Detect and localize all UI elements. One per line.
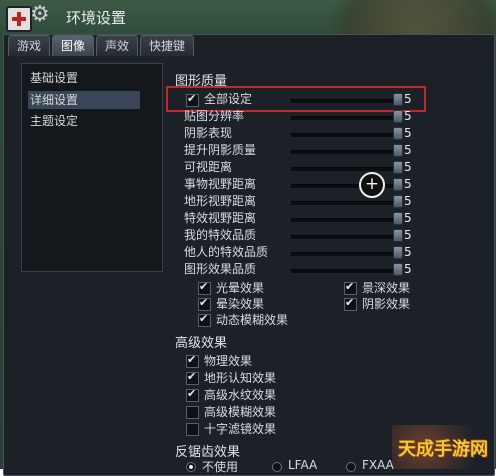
physics-label: 物理效果 [204,354,253,368]
slider-value: 5 [404,211,412,225]
aa-fxaa-label: FXAA [362,458,394,472]
row-label: 可视距离 [184,160,233,174]
slider-handle[interactable] [393,229,403,242]
cross-filter-label: 十字滤镜效果 [204,422,277,436]
slider-value: 5 [404,177,412,191]
terrain-checkbox[interactable] [186,370,199,385]
row-label: 提升阴影质量 [184,143,257,157]
aa-lfaa-label: LFAA [288,458,318,472]
site-watermark: 天成手游网 [392,425,496,469]
app-cross-icon [6,6,32,32]
sidebar-item-detail[interactable]: 详细设置 [28,91,140,109]
shadow-effect-checkbox[interactable] [344,296,357,311]
row-label: 地形视野距离 [184,194,257,208]
slider-value: 5 [404,109,412,123]
slider-handle[interactable] [393,246,403,259]
blur-checkbox[interactable] [198,296,211,311]
row-label: 全部设定 [204,92,253,106]
slider-track[interactable] [291,150,399,154]
motion-blur-checkbox[interactable] [198,312,211,327]
plus-cursor-icon: + [359,172,385,198]
row-label: 图形效果品质 [184,262,257,276]
row-label: 我的特效品质 [184,228,257,242]
slider-handle[interactable] [393,93,403,106]
slider-track[interactable] [291,99,399,103]
depth-of-field-label: 景深效果 [362,281,411,295]
slider-value: 5 [404,92,412,106]
slider-handle[interactable] [393,195,403,208]
slider-value: 5 [404,143,412,157]
tab-hotkeys[interactable]: 快捷键 [140,35,195,56]
row-label: 事物视野距离 [184,177,257,191]
gear-icon: ⚙ [30,2,50,27]
blur-label: 晕染效果 [216,297,265,311]
advanced-blur-label: 高级模糊效果 [204,405,277,419]
sidebar-item-theme[interactable]: 主题设定 [28,112,140,130]
slider-track[interactable] [291,235,399,239]
shadow-effect-label: 阴影效果 [362,297,411,311]
tab-game[interactable]: 游戏 [8,35,51,56]
slider-track[interactable] [291,133,399,137]
motion-blur-label: 动态模糊效果 [216,313,289,327]
advanced-effects-title: 高级效果 [175,336,228,351]
water-checkbox[interactable] [186,387,199,402]
bloom-label: 光晕效果 [216,281,265,295]
slider-handle[interactable] [393,178,403,191]
watermark-text: 天成手游网 [398,439,488,460]
slider-track[interactable] [291,116,399,120]
slider-handle[interactable] [393,161,403,174]
slider-track[interactable] [291,167,399,171]
slider-handle[interactable] [393,144,403,157]
aa-none-label: 不使用 [202,460,239,474]
slider-value: 5 [404,160,412,174]
sidebar-item-basic[interactable]: 基础设置 [28,69,140,87]
slider-handle[interactable] [393,110,403,123]
settings-sidebar: 基础设置 详细设置 主题设定 [21,63,163,272]
tab-sound[interactable]: 声效 [96,35,139,56]
tab-bar: 游戏 图像 声效 快捷键 [8,35,195,57]
aa-none-radio[interactable] [186,462,196,472]
window-title: 环境设置 [66,9,127,27]
aa-lfaa-radio[interactable] [272,462,282,472]
aa-fxaa-radio[interactable] [346,462,356,472]
title-bar: ⚙ 环境设置 [0,0,496,34]
tab-graphics[interactable]: 图像 [52,35,95,56]
slider-handle[interactable] [393,263,403,276]
advanced-blur-checkbox[interactable] [186,406,199,419]
slider-track[interactable] [291,269,399,273]
row-label: 阴影表现 [184,126,233,140]
row-label: 贴图分辨率 [184,109,245,123]
water-label: 高级水纹效果 [204,388,277,402]
slider-value: 5 [404,228,412,242]
row-label: 他人的特效品质 [184,245,269,259]
row-label: 特效视野距离 [184,211,257,225]
slider-track[interactable] [291,201,399,205]
slider-value: 5 [404,262,412,276]
depth-of-field-checkbox[interactable] [344,280,357,295]
slider-handle[interactable] [393,127,403,140]
slider-track[interactable] [291,252,399,256]
slider-handle[interactable] [393,212,403,225]
slider-value: 5 [404,194,412,208]
cross-filter-checkbox[interactable] [186,423,199,436]
slider-value: 5 [404,126,412,140]
all-settings-checkbox[interactable] [186,92,199,107]
slider-track[interactable] [291,218,399,222]
slider-value: 5 [404,245,412,259]
physics-checkbox[interactable] [186,353,199,368]
bloom-checkbox[interactable] [198,280,211,295]
terrain-label: 地形认知效果 [204,371,277,385]
